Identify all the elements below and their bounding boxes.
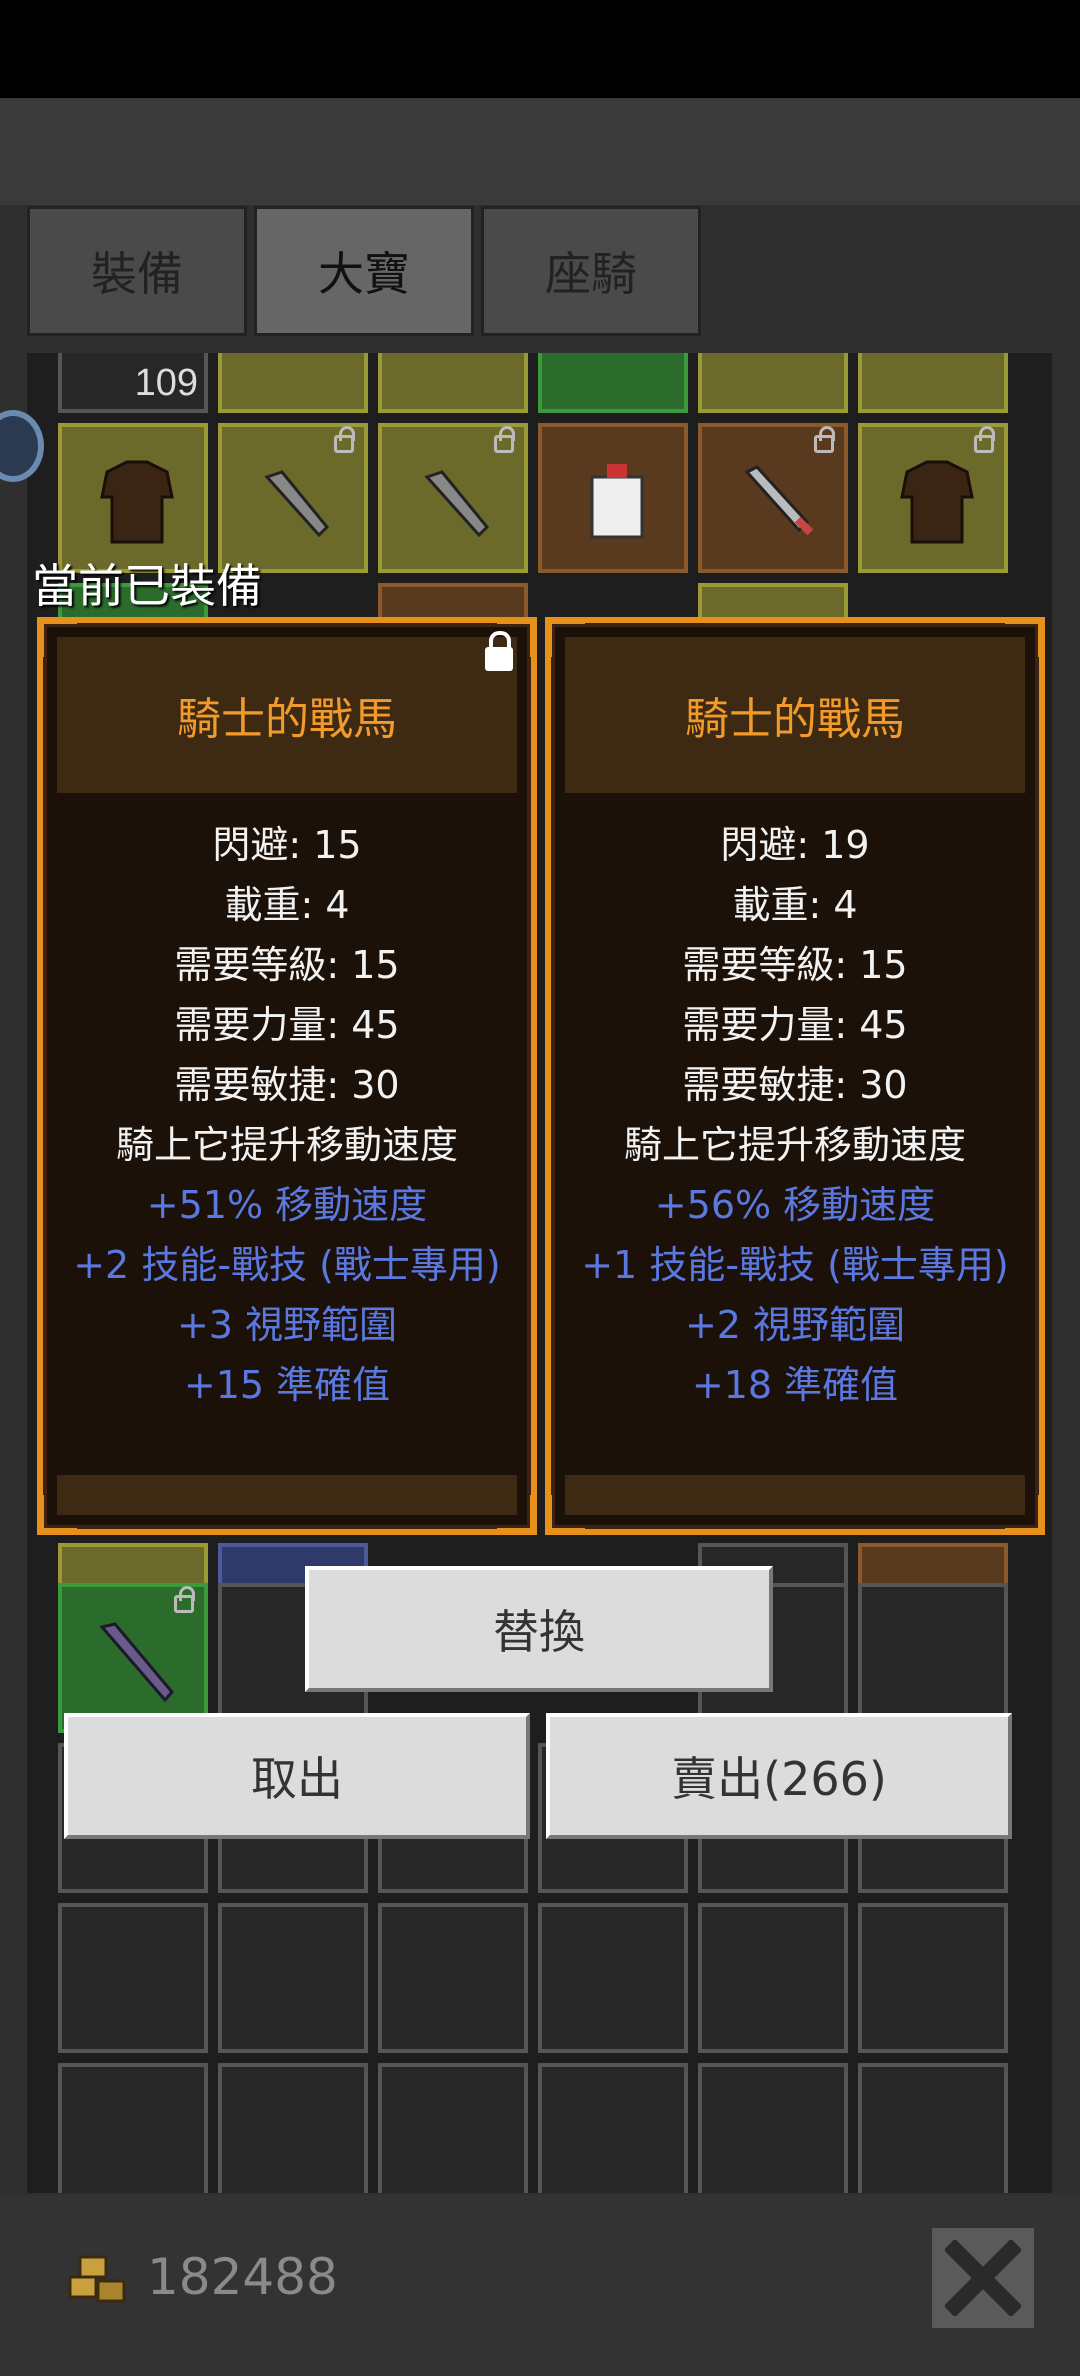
inventory-slot[interactable]: 109: [58, 353, 208, 413]
bonus-line: +2 技能-戰技 (戰士專用): [73, 1243, 501, 1287]
armor-icon: [900, 460, 974, 544]
stat-line: 需要等級: 15: [682, 943, 908, 987]
stat-line: 騎上它提升移動速度: [623, 1123, 966, 1167]
stat-line: 載重: 4: [732, 883, 858, 927]
bonus-line: +3 視野範圍: [176, 1303, 398, 1347]
dagger-icon: [99, 1622, 174, 1703]
inventory-slot[interactable]: [858, 423, 1008, 573]
lock-icon: [174, 1586, 195, 1613]
bonus-line: +15 準確值: [183, 1363, 391, 1407]
inventory-slot[interactable]: [378, 1903, 528, 2053]
gold-coins-icon: [68, 2255, 126, 2303]
close-icon: [945, 2240, 1021, 2316]
lock-icon[interactable]: [485, 631, 513, 671]
gold-amount: 182488: [147, 2248, 338, 2306]
sword-icon: [744, 465, 814, 536]
tab-equipment[interactable]: 裝備: [27, 206, 247, 336]
inventory-slot[interactable]: [58, 1583, 208, 1733]
item-count: 109: [134, 362, 198, 404]
inventory-slot[interactable]: [858, 353, 1008, 413]
inventory-slot[interactable]: [58, 2063, 208, 2193]
stat-line: 需要力量: 45: [682, 1003, 908, 1047]
currently-equipped-label: 當前已裝備: [32, 559, 262, 613]
inventory-slot[interactable]: [698, 353, 848, 413]
armor-icon: [100, 460, 174, 544]
item-name: 騎士的戰馬: [57, 637, 517, 793]
take-out-button[interactable]: 取出: [64, 1713, 530, 1839]
lock-icon: [974, 426, 995, 453]
sell-button[interactable]: 賣出(266): [546, 1713, 1012, 1839]
inventory-slot[interactable]: [858, 1903, 1008, 2053]
item-stats: 閃避: 15 載重: 4 需要等級: 15 需要力量: 45 需要敏捷: 30 …: [43, 815, 531, 1415]
inventory-slot[interactable]: [858, 2063, 1008, 2193]
stat-line: 閃避: 19: [720, 823, 870, 867]
inventory-slot[interactable]: [698, 1903, 848, 2053]
inventory-slot[interactable]: [378, 2063, 528, 2193]
equipped-item-card: 騎士的戰馬 閃避: 15 載重: 4 需要等級: 15 需要力量: 45 需要敏…: [37, 617, 537, 1535]
bonus-line: +18 準確值: [691, 1363, 899, 1407]
inventory-slot[interactable]: [538, 1903, 688, 2053]
inventory-slot[interactable]: [378, 423, 528, 573]
inventory-slot[interactable]: [858, 1583, 1008, 1733]
lock-icon: [334, 426, 355, 453]
bonus-line: +56% 移動速度: [654, 1183, 936, 1227]
card-footer-band: [565, 1475, 1025, 1515]
replace-button[interactable]: 替換: [305, 1566, 773, 1692]
bonus-line: +2 視野範圍: [684, 1303, 906, 1347]
inventory-slot[interactable]: [218, 1903, 368, 2053]
stat-line: 閃避: 15: [212, 823, 362, 867]
dagger-icon: [264, 470, 330, 538]
inventory-slot[interactable]: [698, 423, 848, 573]
inventory-slot[interactable]: [378, 353, 528, 413]
lock-icon: [494, 426, 515, 453]
new-item-card: 騎士的戰馬 閃避: 19 載重: 4 需要等級: 15 需要力量: 45 需要敏…: [545, 617, 1045, 1535]
dagger-icon: [424, 470, 490, 538]
stat-line: 需要等級: 15: [174, 943, 400, 987]
tab-mount[interactable]: 座騎: [481, 206, 701, 336]
bonus-line: +51% 移動速度: [146, 1183, 428, 1227]
inventory-slot[interactable]: [218, 353, 368, 413]
tab-treasure[interactable]: 大寶: [254, 206, 474, 336]
stat-line: 需要力量: 45: [174, 1003, 400, 1047]
chicken-mount-icon: [590, 464, 644, 539]
close-button[interactable]: [932, 2228, 1034, 2328]
inventory-slot[interactable]: [698, 2063, 848, 2193]
bonus-line: +1 技能-戰技 (戰士專用): [581, 1243, 1009, 1287]
lock-icon: [814, 426, 835, 453]
stat-line: 載重: 4: [224, 883, 350, 927]
inventory-slot[interactable]: [538, 2063, 688, 2193]
inventory-slot[interactable]: [538, 353, 688, 413]
card-footer-band: [57, 1475, 517, 1515]
top-spacer: [0, 98, 1080, 205]
item-stats: 閃避: 19 載重: 4 需要等級: 15 需要力量: 45 需要敏捷: 30 …: [551, 815, 1039, 1415]
inventory-slot[interactable]: [58, 1903, 208, 2053]
item-name: 騎士的戰馬: [565, 637, 1025, 793]
stat-line: 需要敏捷: 30: [174, 1063, 400, 1107]
stat-line: 騎上它提升移動速度: [115, 1123, 458, 1167]
inventory-slot[interactable]: [218, 2063, 368, 2193]
stat-line: 需要敏捷: 30: [682, 1063, 908, 1107]
status-bar: [0, 0, 1080, 98]
inventory-slot[interactable]: [538, 423, 688, 573]
